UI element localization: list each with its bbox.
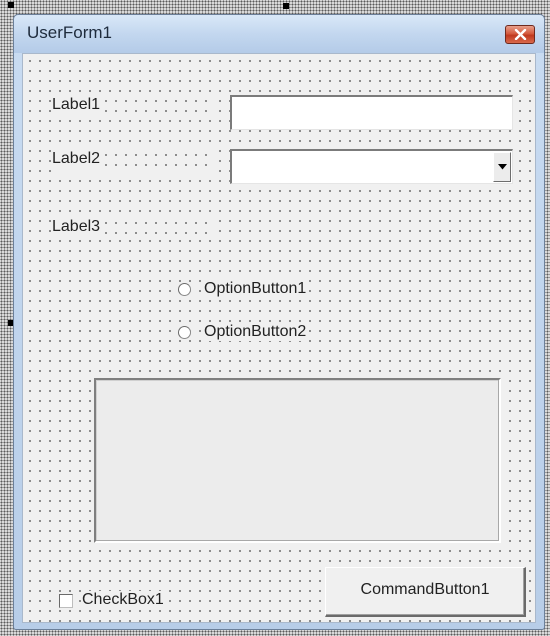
option-button-2-label: OptionButton2 xyxy=(204,323,307,341)
label-2-text: Label2 xyxy=(51,150,102,167)
combobox-1[interactable] xyxy=(230,149,513,184)
label-3-text: Label3 xyxy=(51,218,102,235)
form-client-area[interactable]: Label1 Label2 Label3 OptionButton1 Optio… xyxy=(22,53,536,623)
close-button[interactable] xyxy=(505,25,535,44)
resize-handle-top-middle[interactable] xyxy=(283,3,289,9)
option-button-1[interactable]: OptionButton1 xyxy=(178,280,338,302)
label-1-text: Label1 xyxy=(51,96,102,113)
resize-handle-top-left[interactable] xyxy=(8,2,14,8)
title-bar[interactable]: UserForm1 xyxy=(14,15,544,53)
label-3[interactable]: Label3 xyxy=(51,218,211,240)
close-icon xyxy=(514,29,527,40)
textbox-1[interactable] xyxy=(230,95,513,130)
radio-circle[interactable] xyxy=(178,283,191,296)
chevron-down-icon xyxy=(498,164,507,170)
option-button-2[interactable]: OptionButton2 xyxy=(178,323,338,345)
label-1[interactable]: Label1 xyxy=(51,96,211,118)
option-button-1-label: OptionButton1 xyxy=(204,280,307,298)
command-button-1[interactable]: CommandButton1 xyxy=(325,567,526,617)
form-title: UserForm1 xyxy=(27,23,113,42)
checkbox-1-label[interactable]: CheckBox1 xyxy=(82,591,164,609)
userform-window: UserForm1 Label1 Label2 Label3 OptionBut… xyxy=(13,14,545,630)
radio-circle[interactable] xyxy=(178,326,191,339)
listbox-1[interactable] xyxy=(94,378,501,543)
label-2[interactable]: Label2 xyxy=(51,150,211,172)
checkbox-1-box[interactable] xyxy=(59,594,73,608)
combobox-dropdown-button[interactable] xyxy=(493,152,511,182)
